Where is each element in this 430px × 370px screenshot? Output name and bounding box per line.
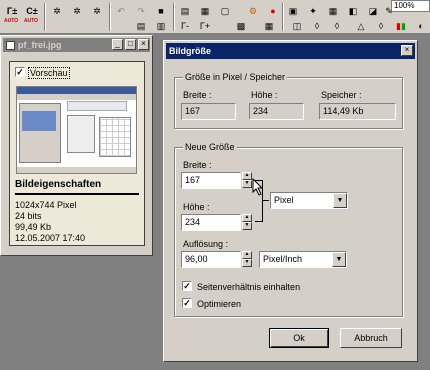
auto-label: AUTO: [24, 18, 39, 24]
preview-checkbox[interactable]: ✓: [15, 67, 25, 77]
tools-icon[interactable]: ⚙: [245, 3, 261, 19]
grid-icon[interactable]: ▦: [325, 3, 341, 19]
optimize-checkbox[interactable]: ✓: [182, 298, 192, 308]
preview-titlebar[interactable]: pf_frei.jpg _ □ ×: [3, 38, 150, 52]
memory-value: 114,49 Kb: [319, 103, 396, 120]
link-bracket-tick: [263, 200, 269, 201]
sparkle-minus-icon[interactable]: ✲: [89, 3, 105, 19]
drop-icon[interactable]: ◊: [309, 18, 325, 34]
layer-icon[interactable]: ◧: [345, 3, 361, 19]
resolution-unit-select[interactable]: Pixel/Inch ▼: [259, 251, 347, 268]
mask-icon[interactable]: ◪: [365, 3, 381, 19]
current-height-value: 234: [249, 103, 304, 120]
dialog-close-button[interactable]: ×: [401, 45, 413, 56]
current-width-value: 167: [181, 103, 236, 120]
properties-title: Bildeigenschaften: [15, 179, 102, 190]
toolbar: Γ± AUTO C± AUTO ✲ ✲ ✲ ↶ ↷ ■ ▤ ▦ ▢ ⚙ ● ▣ …: [0, 0, 430, 34]
chevron-down-icon[interactable]: ▼: [333, 193, 347, 208]
mouse-cursor-icon: [252, 178, 264, 196]
new-size-title: Neue Größe: [183, 142, 237, 152]
current-width-label: Breite :: [183, 90, 212, 100]
gamma-icon[interactable]: Γ-: [177, 18, 193, 34]
resolution-input[interactable]: 96,00: [181, 251, 241, 268]
unit-select-value: Pixel: [274, 195, 294, 205]
spin-down-icon[interactable]: ▼: [242, 180, 252, 188]
spin-up-icon[interactable]: ▲: [242, 251, 252, 259]
frame-icon[interactable]: ▢: [217, 3, 233, 19]
current-size-title: Größe in Pixel / Speicher: [183, 72, 288, 82]
current-size-group: Größe in Pixel / Speicher Breite : 167 H…: [174, 72, 403, 129]
preview-thumbnail: [16, 86, 137, 174]
spin-up-icon[interactable]: ▲: [242, 172, 252, 180]
minimize-button[interactable]: _: [112, 39, 123, 50]
cancel-button[interactable]: Abbruch: [340, 328, 402, 348]
dialog-titlebar[interactable]: Bildgröße ×: [166, 43, 415, 59]
preview-label[interactable]: Vorschau: [28, 67, 70, 79]
triangle-icon[interactable]: △: [353, 18, 369, 34]
drop2-icon[interactable]: ◊: [329, 18, 345, 34]
close-button[interactable]: ×: [138, 39, 149, 50]
preview-window: pf_frei.jpg _ □ × ✓ Vorschau Bildeigensc…: [0, 35, 153, 256]
gamma-plus-icon[interactable]: Γ+: [197, 18, 213, 34]
flip-icon[interactable]: ◫: [289, 18, 305, 34]
image-icon[interactable]: ▣: [285, 3, 301, 19]
new-height-label: Höhe :: [183, 202, 210, 212]
document-icon: [6, 40, 15, 50]
unit-select[interactable]: Pixel ▼: [270, 192, 348, 209]
keep-ratio-label[interactable]: Seitenverhältnis einhalten: [197, 282, 300, 292]
resolution-unit-value: Pixel/Inch: [263, 254, 303, 264]
color-boxes-icon[interactable]: ▤: [133, 18, 149, 34]
width-spinner[interactable]: ▲ ▼: [242, 172, 252, 189]
sparkle-plus-icon[interactable]: ✲: [69, 3, 85, 19]
auto-label: AUTO: [4, 18, 19, 24]
resolution-spinner[interactable]: ▲ ▼: [242, 251, 252, 268]
height-spinner[interactable]: ▲ ▼: [242, 214, 252, 231]
histogram-icon[interactable]: ▩: [233, 18, 249, 34]
rgb-icon[interactable]: ▮ ▮: [393, 18, 409, 34]
preview-card: ✓ Vorschau Bildeigenschaften 1024x744 Pi…: [9, 61, 145, 246]
dialog-title: Bildgröße: [169, 46, 211, 56]
drop3-icon[interactable]: ◊: [373, 18, 389, 34]
palette-icon[interactable]: ■: [153, 3, 169, 19]
property-filesize: 99,49 Kb: [15, 222, 52, 232]
ok-button[interactable]: Ok: [269, 328, 329, 348]
current-height-label: Höhe :: [251, 90, 278, 100]
undo-icon[interactable]: ↶: [113, 3, 129, 19]
spin-down-icon[interactable]: ▼: [242, 222, 252, 230]
memory-label: Speicher :: [321, 90, 362, 100]
save-icon[interactable]: ▦: [197, 3, 213, 19]
resolution-label: Auflösung :: [183, 239, 229, 249]
property-dimensions: 1024x744 Pixel: [15, 200, 77, 210]
new-width-label: Breite :: [183, 160, 212, 170]
window-title: pf_frei.jpg: [18, 40, 62, 50]
gradient-icon[interactable]: ▥: [153, 18, 169, 34]
spin-up-icon[interactable]: ▲: [242, 214, 252, 222]
auto-color-icon[interactable]: C±: [24, 3, 40, 19]
chevron-down-icon[interactable]: ▼: [332, 252, 346, 267]
new-width-input[interactable]: 167: [181, 172, 241, 189]
optimize-label[interactable]: Optimieren: [197, 299, 241, 309]
colors-icon[interactable]: ●: [265, 3, 281, 19]
auto-contrast-icon[interactable]: Γ±: [4, 3, 20, 19]
sparkle-icon[interactable]: ✲: [49, 3, 65, 19]
redo-icon[interactable]: ↷: [133, 3, 149, 19]
grid2-icon[interactable]: ▦: [261, 18, 277, 34]
print-icon[interactable]: ▤: [177, 3, 193, 19]
zoom-combo[interactable]: 100%: [391, 0, 430, 12]
image-size-dialog: Bildgröße × Größe in Pixel / Speicher Br…: [163, 40, 418, 362]
property-bitdepth: 24 bits: [15, 211, 42, 221]
effects-icon[interactable]: ✦: [305, 3, 321, 19]
new-size-group: Neue Größe Breite : 167 ▲ ▼ Pixel ▼ Höhe …: [174, 142, 403, 317]
keep-ratio-checkbox[interactable]: ✓: [182, 281, 192, 291]
property-date: 12.05.2007 17:40: [15, 233, 86, 243]
new-height-input[interactable]: 234: [181, 214, 241, 231]
spin-down-icon[interactable]: ▼: [242, 259, 252, 267]
maximize-button[interactable]: □: [125, 39, 136, 50]
sphere-icon[interactable]: ◐: [413, 18, 429, 34]
properties-divider: [15, 193, 139, 195]
